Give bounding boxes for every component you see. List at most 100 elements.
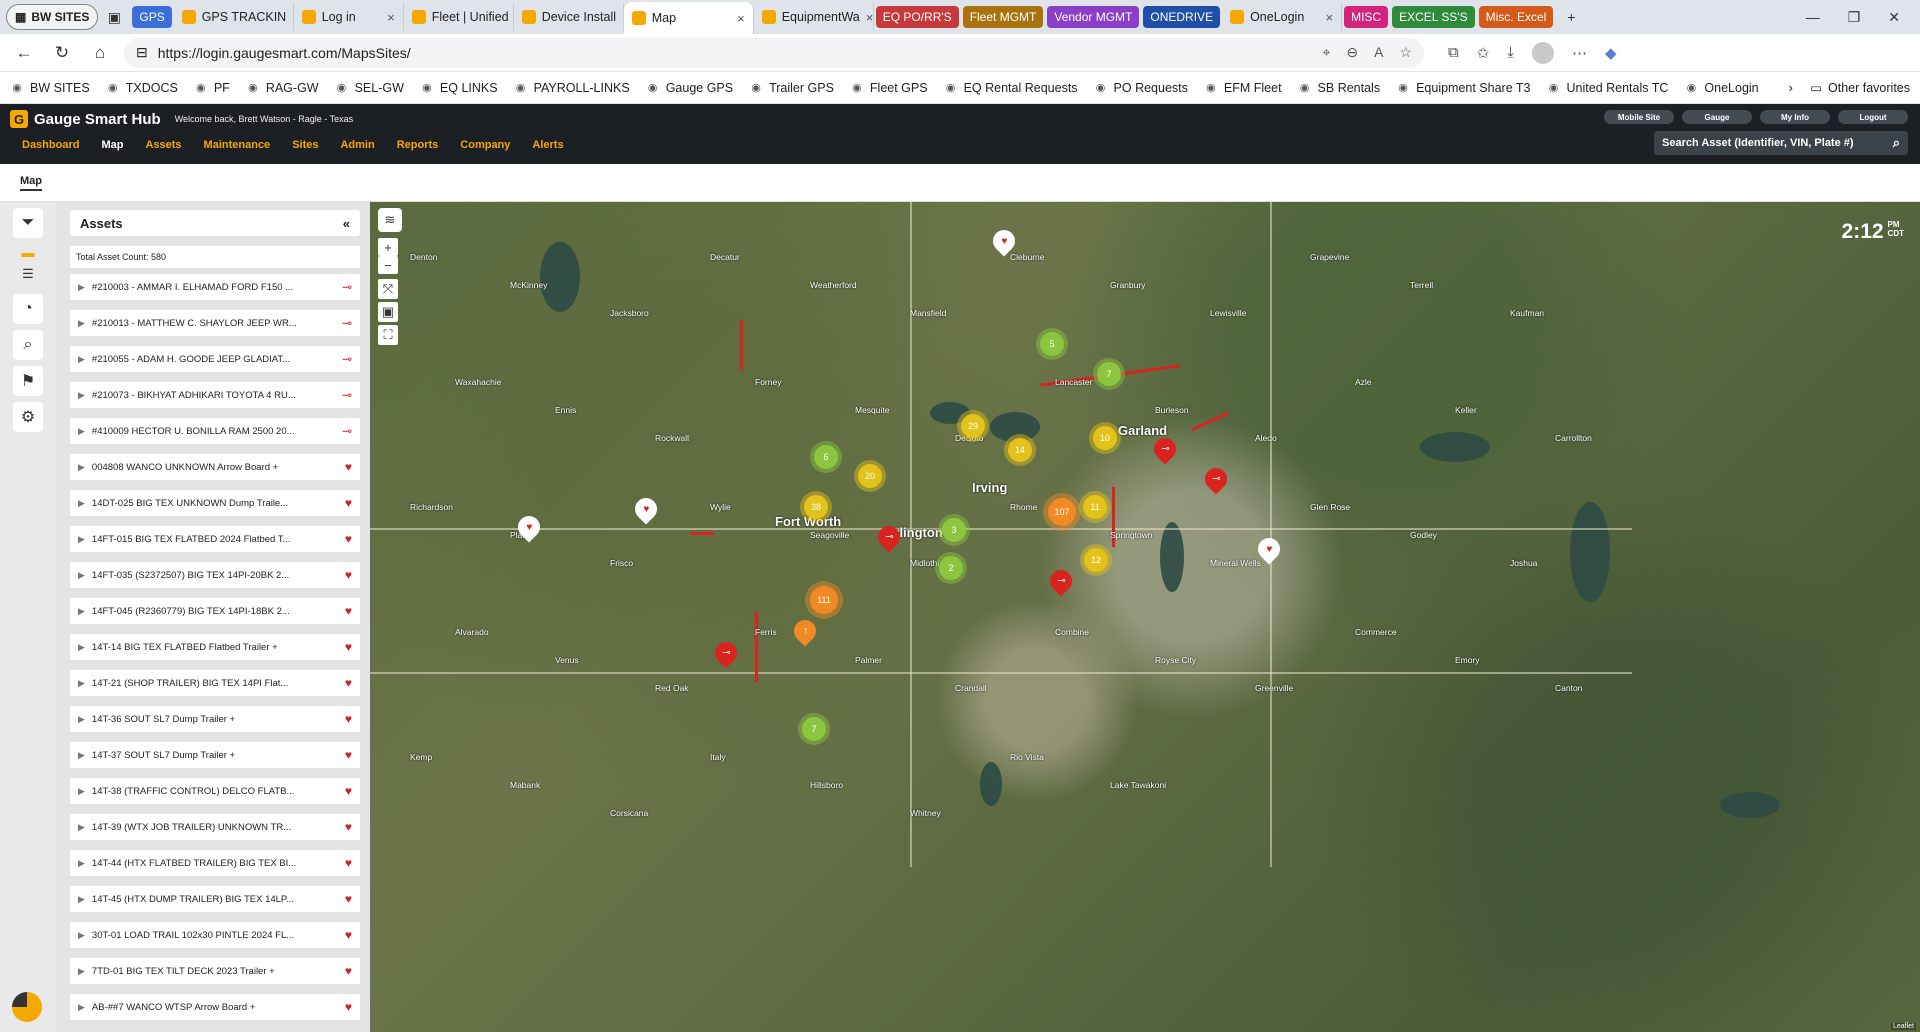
copilot-icon[interactable]: ◆ xyxy=(1605,44,1617,62)
expand-arrow-icon[interactable]: ▶ xyxy=(78,642,85,653)
asset-pin-icon[interactable]: ⊸ xyxy=(1149,433,1181,465)
asset-cluster[interactable]: 12 xyxy=(1084,548,1108,572)
tab-group[interactable]: ONEDRIVE xyxy=(1143,6,1221,28)
asset-cluster[interactable]: 6 xyxy=(814,445,838,469)
nav-item[interactable]: Reports xyxy=(397,139,439,151)
tab-group[interactable]: MISC xyxy=(1344,6,1389,28)
asset-row[interactable]: ▶ #210055 - ADAM H. GOODE JEEP GLADIAT...… xyxy=(70,346,360,372)
flag-icon[interactable]: ⚑ xyxy=(13,366,43,396)
new-tab-icon[interactable]: + xyxy=(1557,4,1585,30)
browser-tab[interactable]: EquipmentWa × xyxy=(754,3,874,31)
asset-cluster[interactable]: 29 xyxy=(961,414,985,438)
measure-icon[interactable]: ▣ xyxy=(378,302,398,322)
list-icon[interactable]: ☰ xyxy=(13,264,43,284)
search-icon[interactable]: ⌕ xyxy=(1893,135,1900,151)
header-button[interactable]: Mobile Site xyxy=(1604,110,1674,124)
favorite-link[interactable]: ◉ PO Requests xyxy=(1094,81,1188,95)
read-aloud-icon[interactable]: A xyxy=(1374,44,1383,61)
asset-row[interactable]: ▶ AB-##7 WANCO WTSP Arrow Board + ♥ xyxy=(70,994,360,1020)
asset-cluster[interactable]: 38 xyxy=(804,495,828,519)
vehicle-pin-icon[interactable]: ↑ xyxy=(789,615,821,647)
asset-row[interactable]: ▶ 14T-39 (WTX JOB TRAILER) UNKNOWN TR... ♥ xyxy=(70,814,360,840)
asset-row[interactable]: ▶ 14FT-015 BIG TEX FLATBED 2024 Flatbed T… xyxy=(70,526,360,552)
tab-actions-icon[interactable]: ▣ xyxy=(100,4,128,30)
tab-group[interactable]: Fleet MGMT xyxy=(962,6,1044,28)
asset-cluster[interactable]: 10 xyxy=(1093,426,1117,450)
asset-cluster[interactable]: 3 xyxy=(942,518,966,542)
breadcrumb-current[interactable]: Map xyxy=(20,175,42,191)
header-button[interactable]: Gauge xyxy=(1682,110,1752,124)
location-icon[interactable]: ⌖ xyxy=(1322,44,1330,61)
expand-arrow-icon[interactable]: ▶ xyxy=(78,966,85,977)
browser-tab[interactable]: GPS TRACKIN× xyxy=(174,3,294,31)
expand-arrow-icon[interactable]: ▶ xyxy=(78,894,85,905)
favorite-link[interactable]: ◉ BW SITES xyxy=(10,81,90,95)
map-view[interactable]: Fort Worth Arlington Irving Garland Denton Mc… xyxy=(370,202,1920,1032)
expand-arrow-icon[interactable]: ▶ xyxy=(78,786,85,797)
expand-arrow-icon[interactable]: ▶ xyxy=(78,858,85,869)
expand-arrow-icon[interactable]: ▶ xyxy=(78,1002,85,1013)
asset-search-input[interactable]: Search Asset (Identifier, VIN, Plate #) … xyxy=(1654,131,1908,155)
restore-icon[interactable]: ❐ xyxy=(1848,9,1861,26)
expand-arrow-icon[interactable]: ▶ xyxy=(78,282,85,293)
favorite-link[interactable]: ◉ Gauge GPS xyxy=(646,81,733,95)
expand-arrow-icon[interactable]: ▶ xyxy=(78,606,85,617)
browser-tab[interactable]: Map × xyxy=(623,2,754,34)
minimize-icon[interactable]: — xyxy=(1806,9,1820,26)
tab-group[interactable]: GPS xyxy=(132,6,172,28)
tab-group[interactable]: EQ PO/RR'S xyxy=(875,6,959,28)
expand-arrow-icon[interactable]: ▶ xyxy=(78,426,85,437)
tab-group[interactable]: EXCEL SS'S xyxy=(1392,6,1475,28)
favorite-link[interactable]: ◉ Fleet GPS xyxy=(850,81,927,95)
expand-arrow-icon[interactable]: ▶ xyxy=(78,750,85,761)
favorite-link[interactable]: ◉ RAG-GW xyxy=(246,81,319,95)
avatar[interactable] xyxy=(1531,41,1554,64)
tab-close-icon[interactable]: × xyxy=(737,11,745,26)
tab-close-icon[interactable]: × xyxy=(1325,10,1333,25)
layers-icon[interactable]: ≋ xyxy=(378,208,402,232)
nav-item[interactable]: Company xyxy=(460,139,510,151)
asset-pin-icon[interactable]: ⊸ xyxy=(1200,463,1232,495)
settings-gear-icon[interactable]: ⚙ xyxy=(13,402,43,432)
site-info-icon[interactable]: ⊟ xyxy=(136,44,148,61)
expand-arrow-icon[interactable]: ▶ xyxy=(78,318,85,329)
favorite-link[interactable]: ◉ TXDOCS xyxy=(106,81,178,95)
browser-tab[interactable]: Fleet | Unified× xyxy=(404,3,514,31)
nav-item[interactable]: Alerts xyxy=(532,139,563,151)
asset-row[interactable]: ▶ 14T-14 BIG TEX FLATBED Flatbed Trailer … xyxy=(70,634,360,660)
asset-row[interactable]: ▶ #210003 - AMMAR I. ELHAMAD FORD F150 ..… xyxy=(70,274,360,300)
dashboard-gauge-icon[interactable]: ◔ xyxy=(13,294,43,324)
home-icon[interactable]: ⌂ xyxy=(86,39,114,67)
favorite-link[interactable]: ◉ United Rentals TC xyxy=(1547,81,1669,95)
asset-cluster[interactable]: 20 xyxy=(858,464,882,488)
extensions-icon[interactable]: ⧉ xyxy=(1448,44,1459,61)
asset-row[interactable]: ▶ 14T-44 (HTX FLATBED TRAILER) BIG TEX BI… xyxy=(70,850,360,876)
nav-item[interactable]: Maintenance xyxy=(204,139,271,151)
nav-item[interactable]: Assets xyxy=(145,139,181,151)
expand-arrow-icon[interactable]: ▶ xyxy=(78,534,85,545)
asset-row[interactable]: ▶ #210073 - BIKHYAT ADHIKARI TOYOTA 4 RU.… xyxy=(70,382,360,408)
header-button[interactable]: Logout xyxy=(1838,110,1908,124)
asset-cluster[interactable]: 11 xyxy=(1083,495,1107,519)
asset-row[interactable]: ▶ #410009 HECTOR U. BONILLA RAM 2500 20..… xyxy=(70,418,360,444)
filter-icon[interactable]: ⏷ xyxy=(13,208,43,238)
expand-arrow-icon[interactable]: ▶ xyxy=(78,570,85,581)
asset-row[interactable]: ▶ 004808 WANCO UNKNOWN Arrow Board + ♥ xyxy=(70,454,360,480)
favorite-link[interactable]: ◉ OneLogin xyxy=(1684,81,1759,95)
expand-arrow-icon[interactable]: ▶ xyxy=(78,390,85,401)
asset-cluster[interactable]: 7 xyxy=(1097,362,1121,386)
tab-close-icon[interactable]: × xyxy=(866,10,873,25)
more-icon[interactable]: ⋯ xyxy=(1572,44,1587,62)
asset-cluster[interactable]: 2 xyxy=(939,556,963,580)
nav-item[interactable]: Sites xyxy=(292,139,318,151)
asset-cluster[interactable]: 111 xyxy=(810,586,838,614)
zoom-icon[interactable]: ⊖ xyxy=(1346,44,1358,61)
asset-cluster[interactable]: 5 xyxy=(1040,332,1064,356)
favorite-link[interactable]: ◉ PAYROLL-LINKS xyxy=(514,81,630,95)
asset-cluster[interactable]: 7 xyxy=(802,717,826,741)
favorite-link[interactable]: ◉ Equipment Share T3 xyxy=(1396,81,1530,95)
asset-cluster[interactable]: 14 xyxy=(1008,438,1032,462)
nav-item[interactable]: Map xyxy=(101,139,123,151)
browser-tab[interactable]: Device Install× xyxy=(514,3,624,31)
expand-arrow-icon[interactable]: ▶ xyxy=(78,498,85,509)
